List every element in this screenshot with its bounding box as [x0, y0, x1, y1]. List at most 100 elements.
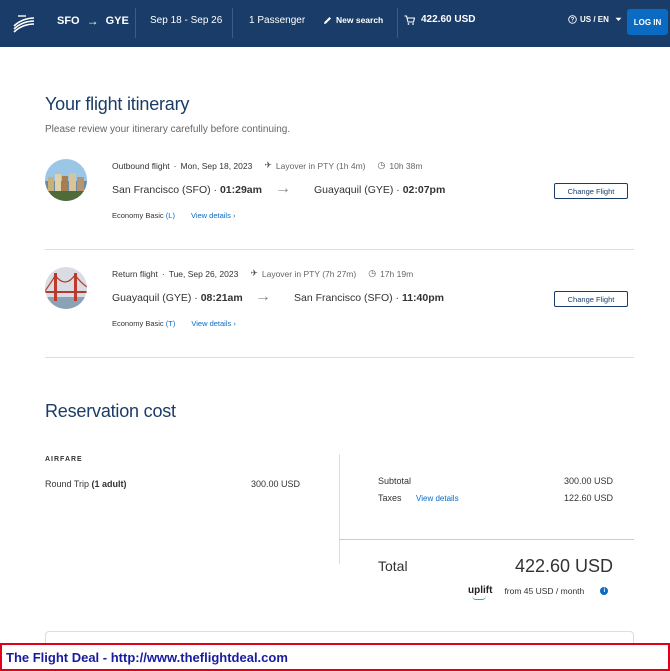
airline-logo[interactable]: [12, 12, 36, 34]
svg-text:?: ?: [571, 18, 575, 24]
flight-date: Mon, Sep 18, 2023: [180, 160, 253, 171]
uplift-brand: uplift: [468, 585, 493, 596]
outbound-fare-row: Economy Basic (L) View details ›: [112, 211, 235, 220]
locale-label: US / EN: [580, 15, 609, 24]
total-value: 422.60 USD: [514, 556, 613, 576]
arrival-city: San Francisco (SFO) ·: [294, 292, 402, 304]
layover-text: Layover in PTY (7h 27m): [261, 268, 357, 279]
view-details-link[interactable]: View details ›: [191, 319, 235, 328]
flight-date: Tue, Sep 26, 2023: [168, 268, 239, 279]
total-row: Total 422.60 USD: [378, 556, 613, 580]
airfare-heading: AIRFARE: [45, 456, 83, 463]
round-trip-detail: (1 adult): [91, 479, 127, 489]
page-subtitle: Please review your itinerary carefully b…: [45, 124, 291, 135]
fare-class-label: Economy Basic: [112, 319, 164, 328]
login-button[interactable]: LOG IN: [627, 9, 668, 35]
new-search-label: New search: [336, 15, 384, 25]
plane-icon: ✈: [250, 268, 258, 278]
destination-code: GYE: [105, 15, 129, 27]
flight-label: Return flight: [112, 268, 158, 279]
chevron-down-icon: [615, 17, 622, 21]
pencil-icon: [324, 16, 331, 24]
departure-city: San Francisco (SFO) ·: [112, 184, 220, 196]
header-divider: [232, 8, 233, 38]
arrival: San Francisco (SFO) · 11:40pm: [294, 292, 444, 304]
cost-vertical-divider: [339, 454, 340, 564]
locale-selector[interactable]: ? US / EN: [568, 15, 622, 24]
chevron-right-icon: ›: [232, 211, 236, 220]
change-flight-button[interactable]: Change Flight: [554, 183, 628, 199]
page-title: Your flight itinerary: [45, 94, 190, 114]
san-francisco-thumbnail: [45, 159, 87, 201]
golden-gate-thumbnail: [45, 267, 87, 309]
header-divider: [397, 8, 398, 38]
uplift-financing[interactable]: uplift from 45 USD / month i: [468, 585, 609, 600]
departure-city: Guayaquil (GYE) ·: [112, 292, 201, 304]
fare-class: Economy Basic (T): [112, 319, 175, 328]
view-details-label: View details: [191, 319, 232, 328]
flight-deal-text: The Flight Deal - http://www.theflightde…: [6, 650, 288, 665]
round-trip-value: 300.00 USD: [250, 479, 300, 489]
route-summary: SFO → GYE: [57, 14, 129, 28]
departure-time: 08:21am: [200, 292, 243, 304]
duration-text: 10h 38m: [389, 160, 423, 171]
arrival-time: 02:07pm: [402, 184, 446, 196]
reservation-cost-title: Reservation cost: [45, 401, 176, 421]
duration-text: 17h 19m: [380, 268, 414, 279]
origin-code: SFO: [57, 15, 80, 27]
view-details-link[interactable]: View details ›: [191, 211, 235, 220]
uplift-smile-icon: [472, 596, 486, 600]
return-meta: Return flight · Tue, Sep 26, 2023 ✈ Layo…: [112, 268, 413, 279]
return-fare-row: Economy Basic (T) View details ›: [112, 319, 236, 328]
fare-class: Economy Basic (L): [112, 211, 175, 220]
meta-separator: ·: [161, 268, 165, 279]
arrival: Guayaquil (GYE) · 02:07pm: [314, 184, 445, 196]
clock-icon: ◷: [368, 268, 377, 278]
layover-text: Layover in PTY (1h 4m): [275, 160, 366, 171]
view-details-label: View details: [190, 211, 231, 220]
cart-button[interactable]: 422.60 USD: [404, 14, 475, 25]
round-trip-label: Round Trip: [45, 479, 90, 489]
outbound-flight-card: Outbound flight · Mon, Sep 18, 2023 ✈ La…: [45, 142, 634, 250]
chevron-right-icon: ›: [233, 319, 236, 328]
taxes-value: 122.60 USD: [563, 493, 613, 503]
departure: Guayaquil (GYE) · 08:21am: [112, 292, 243, 304]
trip-dates: Sep 18 - Sep 26: [150, 15, 223, 26]
return-flight-card: Return flight · Tue, Sep 26, 2023 ✈ Layo…: [45, 250, 634, 358]
clock-icon: ◷: [377, 160, 386, 170]
cart-icon: [404, 14, 415, 25]
cart-total: 422.60 USD: [421, 14, 476, 25]
subtotal-value: 300.00 USD: [563, 476, 613, 486]
fare-class-label: Economy Basic: [112, 211, 164, 220]
arrow-right-icon: →: [255, 288, 271, 305]
cost-horizontal-divider: [339, 539, 634, 540]
subtotal-row: Subtotal 300.00 USD: [378, 476, 613, 486]
top-header: SFO → GYE Sep 18 - Sep 26 1 Passenger Ne…: [0, 0, 670, 47]
taxes-view-details-link[interactable]: View details: [416, 494, 459, 503]
help-icon: ?: [568, 15, 577, 24]
taxes-label: Taxes: [378, 493, 402, 503]
arrival-city: Guayaquil (GYE) ·: [314, 184, 403, 196]
fare-code: (T): [165, 319, 176, 328]
arrow-right-icon: →: [275, 180, 291, 197]
route-arrow-icon: →: [86, 14, 99, 28]
plane-icon: ✈: [264, 160, 272, 170]
change-flight-button[interactable]: Change Flight: [554, 291, 628, 307]
info-icon[interactable]: i: [600, 586, 609, 595]
round-trip-row: Round Trip (1 adult) 300.00 USD: [45, 479, 300, 489]
flight-label: Outbound flight: [112, 160, 170, 171]
taxes-row: Taxes View details 122.60 USD: [378, 493, 613, 503]
header-divider: [135, 8, 136, 38]
arrival-time: 11:40pm: [401, 292, 444, 304]
fare-code: (L): [165, 211, 175, 220]
total-label: Total: [378, 558, 408, 574]
new-search-button[interactable]: New search: [323, 15, 383, 25]
uplift-text: from 45 USD / month: [504, 585, 585, 596]
passenger-count: 1 Passenger: [249, 15, 306, 26]
meta-separator: ·: [173, 160, 177, 171]
flight-deal-banner: The Flight Deal - http://www.theflightde…: [0, 643, 670, 671]
departure: San Francisco (SFO) · 01:29am: [112, 184, 262, 196]
departure-time: 01:29am: [219, 184, 262, 196]
uplift-logo: uplift: [468, 585, 493, 600]
subtotal-label: Subtotal: [378, 476, 412, 486]
